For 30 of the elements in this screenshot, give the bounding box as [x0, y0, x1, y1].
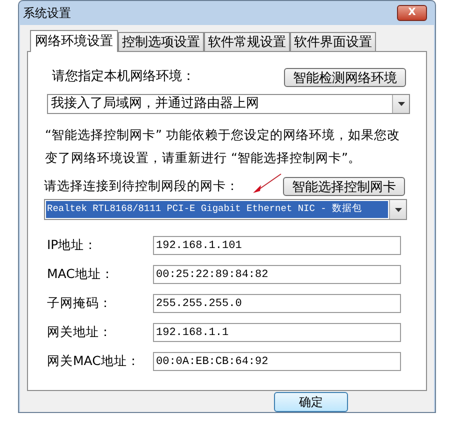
tab[interactable]: 控制选项设置: [118, 32, 204, 51]
field-label: 网关MAC地址：: [47, 352, 141, 370]
input-field[interactable]: 192.168.1.101: [153, 236, 401, 255]
caret-icon: [398, 102, 404, 106]
annotation-arrow: [252, 173, 282, 194]
input-field[interactable]: 00:0A:EB:CB:64:92: [153, 352, 401, 371]
input-field[interactable]: 00:25:22:89:84:82: [153, 265, 401, 284]
field-label: MAC地址：: [47, 265, 115, 284]
nic-dropdown[interactable]: Realtek RTL8168/8111 PCI-E Gigabit Ethernet NIC - 数据包: [44, 199, 407, 220]
input-field[interactable]: 192.168.1.1: [153, 323, 401, 342]
field-label: IP地址：: [47, 236, 98, 254]
ok-button[interactable]: 确定: [274, 392, 348, 412]
input-field[interactable]: 255.255.255.0: [153, 294, 401, 313]
dropdown-value: 我接入了局域网，并通过路由器上网: [50, 95, 260, 114]
detect-network-button[interactable]: 智能检测网络环境: [284, 68, 406, 86]
tab[interactable]: 软件常规设置: [204, 32, 290, 51]
field-label: 网关地址：: [47, 323, 113, 342]
nic-label: 请选择连接到待控制网段的网卡：: [44, 176, 239, 195]
network-dropdown[interactable]: 我接入了局域网，并通过路由器上网: [47, 94, 410, 114]
caret-icon: [394, 208, 402, 212]
window-title: 系统设置: [23, 5, 71, 22]
dropdown-button[interactable]: [392, 95, 409, 113]
tab[interactable]: 软件界面设置: [290, 32, 376, 51]
network-label: 请您指定本机网络环境：: [52, 68, 195, 86]
info-paragraph: “智能选择控制网卡” 功能依赖于您设定的网络环境，如果您改变了网络环境设置，请重新进行 “智能选择控制网卡”。: [45, 126, 401, 167]
select-nic-button[interactable]: 智能选择控制网卡: [283, 176, 405, 196]
dropdown-button[interactable]: [389, 200, 406, 219]
field-label: 子网掩码：: [47, 294, 113, 312]
tab[interactable]: 网络环境设置: [30, 30, 118, 52]
dropdown-value: Realtek RTL8168/8111 PCI-E Gigabit Ethernet NIC - 数据包: [46, 201, 388, 218]
